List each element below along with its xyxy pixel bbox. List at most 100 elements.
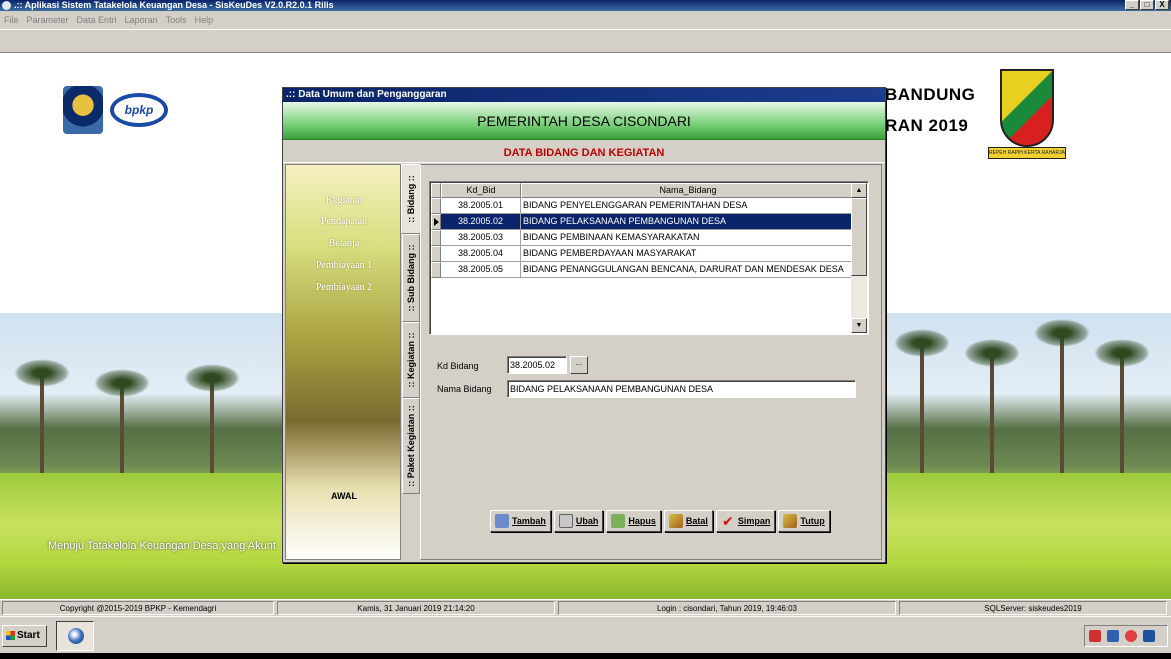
grid-header-indicator <box>431 183 441 198</box>
scroll-thumb[interactable] <box>851 198 867 276</box>
table-row[interactable]: 38.2005.04 BIDANG PEMBERDAYAAN MASYARAKA… <box>431 246 855 262</box>
simpan-button[interactable]: ✔ Simpan <box>715 510 776 532</box>
taskbar: Start <box>0 616 1171 653</box>
status-login: Login : cisondari, Tahun 2019, 19:46:03 <box>558 601 896 615</box>
nama-bidang-input[interactable] <box>507 380 856 398</box>
row-indicator-current-icon <box>431 214 441 230</box>
table-row-selected[interactable]: 38.2005.02 BIDANG PELAKSANAAN PEMBANGUNA… <box>431 214 855 230</box>
cell-nama-bidang: BIDANG PENYELENGGARAN PEMERINTAHAN DESA <box>521 198 855 214</box>
bidang-grid[interactable]: Kd_Bid Nama_Bidang 38.2005.01 BIDANG PEN… <box>429 181 869 335</box>
tab-kegiatan[interactable]: :: Kegiatan :: <box>402 322 420 398</box>
delete-icon <box>611 514 626 528</box>
side-item-pendapatan[interactable]: Pendapatan <box>286 216 402 227</box>
close-door-icon <box>783 514 798 528</box>
app-title: .:: Aplikasi Sistem Tatakelola Keuangan … <box>14 0 334 10</box>
cell-kd-bid: 38.2005.04 <box>441 246 521 262</box>
palm-tree <box>94 369 150 483</box>
row-indicator <box>431 246 441 262</box>
side-item-kegiatan[interactable]: Kegiatan <box>286 195 402 206</box>
tab-bidang-label: :: Bidang :: <box>406 175 416 223</box>
menu-laporan[interactable]: Laporan <box>125 15 158 25</box>
tambah-button[interactable]: Tambah <box>490 510 551 532</box>
grid-header-nama-bidang[interactable]: Nama_Bidang <box>521 183 855 198</box>
kd-bidang-label: Kd Bidang <box>437 361 479 371</box>
tray-monitor-icon[interactable] <box>1107 630 1119 642</box>
headline-line-2: RAN 2019 <box>885 116 969 135</box>
dialog-subheading: DATA BIDANG DAN KEGIATAN <box>283 143 885 163</box>
row-indicator <box>431 230 441 246</box>
bidang-tab-pane: Kd_Bid Nama_Bidang 38.2005.01 BIDANG PEN… <box>420 164 882 560</box>
grid-scrollbar[interactable]: ▲ ▼ <box>851 183 867 333</box>
table-row[interactable]: 38.2005.03 BIDANG PEMBINAAN KEMASYARAKAT… <box>431 230 855 246</box>
action-buttons: Tambah Ubah Hapus Batal ✔ Simpan Tutup <box>490 510 830 532</box>
add-document-icon <box>495 514 509 528</box>
side-awal-label[interactable]: AWAL <box>286 491 402 501</box>
tab-paket-kegiatan[interactable]: :: Paket Kegiatan :: <box>402 398 420 494</box>
edit-document-icon <box>558 514 573 528</box>
taskbar-app-siskeudes-icon[interactable] <box>56 621 94 651</box>
scroll-down-icon[interactable]: ▼ <box>851 318 867 333</box>
table-row[interactable]: 38.2005.05 BIDANG PENANGGULANGAN BENCANA… <box>431 262 855 278</box>
menu-file[interactable]: File <box>4 15 19 25</box>
menu-parameter[interactable]: Parameter <box>27 15 69 25</box>
cell-nama-bidang: BIDANG PEMBINAAN KEMASYARAKATAN <box>521 230 855 246</box>
cell-kd-bid: 38.2005.03 <box>441 230 521 246</box>
status-bar: Copyright @2015-2019 BPKP - Kemendagri K… <box>0 599 1171 616</box>
cell-kd-bid: 38.2005.05 <box>441 262 521 278</box>
status-copyright: Copyright @2015-2019 BPKP - Kemendagri <box>2 601 274 615</box>
tab-kegiatan-label: :: Kegiatan :: <box>406 332 416 388</box>
table-row[interactable]: 38.2005.01 BIDANG PENYELENGGARAN PEMERIN… <box>431 198 855 214</box>
ubah-button[interactable]: Ubah <box>553 510 604 532</box>
side-item-pembiayaan-2[interactable]: Pembiayaan 2 <box>286 282 402 293</box>
status-server: SQLServer: siskeudes2019 <box>899 601 1167 615</box>
maximize-button[interactable]: □ <box>1140 0 1154 10</box>
palm-tree <box>14 359 70 483</box>
regency-emblem-icon <box>1000 69 1054 147</box>
cancel-icon <box>668 514 683 528</box>
menu-data-entri[interactable]: Data Entri <box>77 15 117 25</box>
cell-kd-bid: 38.2005.02 <box>441 214 521 230</box>
hapus-button[interactable]: Hapus <box>606 510 661 532</box>
side-panel: Kegiatan Pendapatan Belanja Pembiayaan 1… <box>285 164 401 560</box>
app-title-bar: .:: Aplikasi Sistem Tatakelola Keuangan … <box>0 0 1171 11</box>
minimize-button[interactable]: _ <box>1125 0 1139 10</box>
tagline: Menuju Tatakelola Keuangan Desa yang Aku… <box>48 540 276 552</box>
headline-line-1: BANDUNG <box>885 85 976 104</box>
data-umum-dialog: .:: Data Umum dan Penganggaran PEMERINTA… <box>282 87 886 563</box>
app-icon <box>2 1 11 10</box>
dialog-title: .:: Data Umum dan Penganggaran <box>283 88 885 102</box>
tray-volume-icon[interactable] <box>1125 630 1137 642</box>
palm-tree <box>964 339 1020 473</box>
tab-sub-bidang-label: :: Sub Bidang :: <box>406 244 416 312</box>
garuda-logo-icon <box>63 86 103 134</box>
window-controls: _ □ X <box>1125 0 1169 10</box>
menu-tools[interactable]: Tools <box>166 15 187 25</box>
batal-button[interactable]: Batal <box>663 510 713 532</box>
side-item-belanja[interactable]: Belanja <box>286 238 402 249</box>
menu-help[interactable]: Help <box>195 15 214 25</box>
tab-bidang[interactable]: :: Bidang :: <box>401 164 421 234</box>
grid-header-kd-bid[interactable]: Kd_Bid <box>441 183 521 198</box>
kd-bidang-input[interactable] <box>507 356 567 374</box>
close-button[interactable]: X <box>1155 0 1169 10</box>
side-item-pembiayaan-1[interactable]: Pembiayaan 1 <box>286 260 402 271</box>
tray-network-icon[interactable] <box>1089 630 1101 642</box>
tab-sub-bidang[interactable]: :: Sub Bidang :: <box>402 234 420 322</box>
palm-tree <box>894 329 950 473</box>
cell-kd-bid: 38.2005.01 <box>441 198 521 214</box>
start-button[interactable]: Start <box>2 625 47 647</box>
vertical-tabs: :: Bidang :: :: Sub Bidang :: :: Kegiata… <box>401 164 421 494</box>
kd-bidang-lookup-button[interactable]: ... <box>570 356 588 374</box>
row-indicator <box>431 198 441 214</box>
tutup-button[interactable]: Tutup <box>778 510 830 532</box>
tray-display-icon[interactable] <box>1143 630 1155 642</box>
checkmark-icon: ✔ <box>722 513 734 529</box>
bpkp-logo: bpkp <box>110 93 168 127</box>
row-indicator <box>431 262 441 278</box>
emblem-ribbon: REPEH RAPIH KERTA RAHARJA <box>988 147 1066 159</box>
scroll-up-icon[interactable]: ▲ <box>851 183 867 198</box>
system-tray <box>1084 625 1168 647</box>
palm-tree <box>1094 339 1150 473</box>
status-datetime: Kamis, 31 Januari 2019 21:14:20 <box>277 601 555 615</box>
cell-nama-bidang: BIDANG PELAKSANAAN PEMBANGUNAN DESA <box>521 214 855 230</box>
